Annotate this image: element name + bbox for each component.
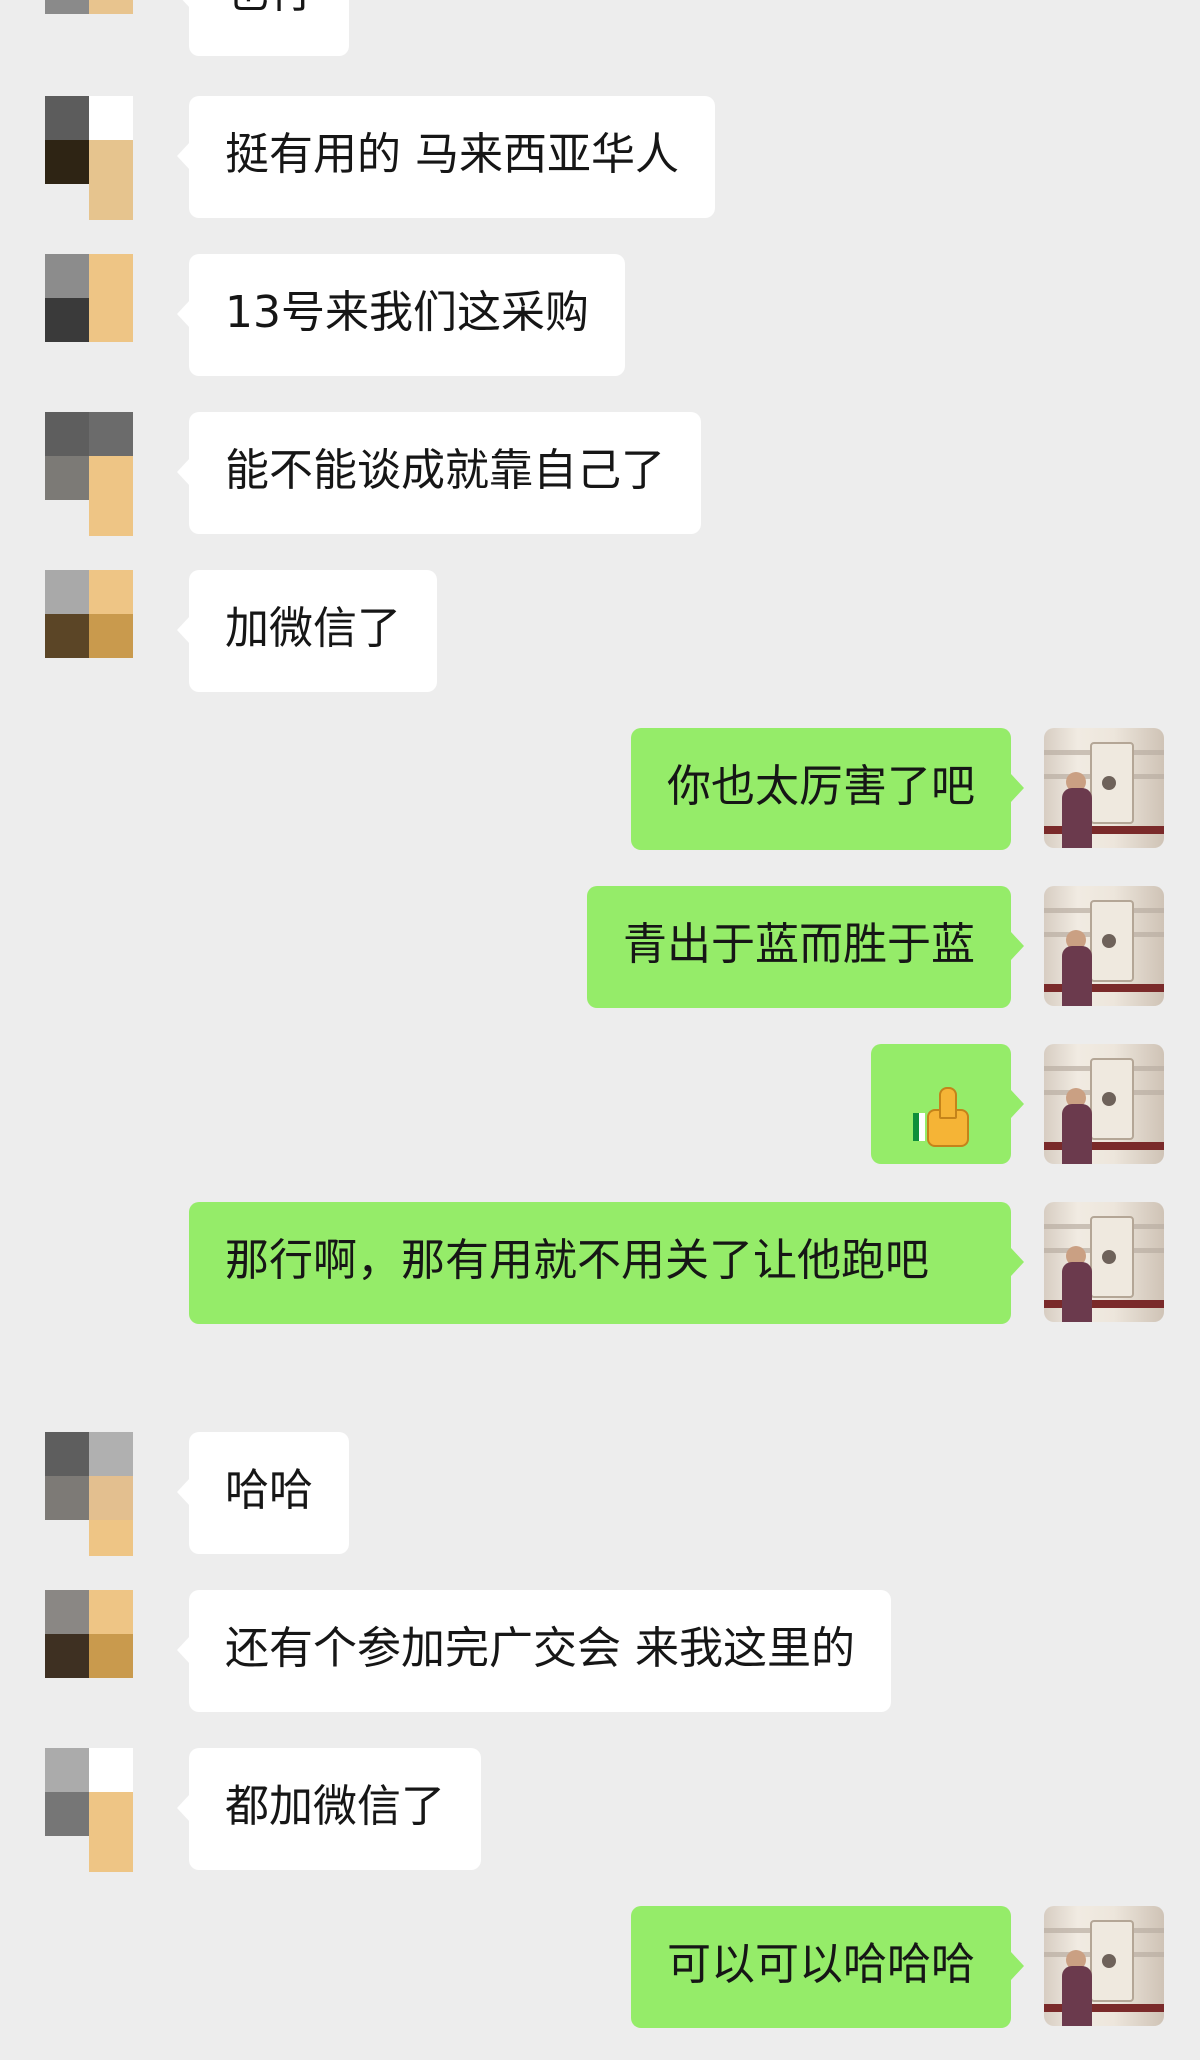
message-bubble[interactable]: 挺有用的 马来西亚华人 [189, 96, 715, 218]
message-row-incoming: 加微信了 [0, 570, 1200, 694]
message-row-outgoing: 那行啊，那有用就不用关了让他跑吧 [0, 1202, 1200, 1398]
contact-avatar[interactable] [45, 254, 133, 342]
message-bubble[interactable]: 都加微信了 [189, 1748, 481, 1870]
contact-avatar[interactable] [45, 96, 133, 220]
message-row-incoming: 也行 [0, 0, 1200, 60]
my-avatar[interactable] [1044, 1906, 1164, 2026]
contact-avatar[interactable] [45, 1590, 133, 1678]
bubble-tail [1011, 1090, 1024, 1118]
message-row-outgoing: 青出于蓝而胜于蓝 [0, 886, 1200, 1010]
contact-avatar[interactable] [45, 1432, 133, 1556]
my-avatar[interactable] [1044, 886, 1164, 1006]
message-bubble[interactable]: 也行 [189, 0, 349, 56]
message-bubble[interactable]: 青出于蓝而胜于蓝 [587, 886, 1011, 1008]
message-bubble[interactable]: 还有个参加完广交会 来我这里的 [189, 1590, 891, 1712]
thumbs-up-icon [911, 1085, 971, 1147]
message-row-incoming: 都加微信了 [0, 1748, 1200, 1872]
my-avatar[interactable] [1044, 728, 1164, 848]
message-row-incoming: 还有个参加完广交会 来我这里的 [0, 1590, 1200, 1714]
message-row-outgoing [0, 1044, 1200, 1168]
message-bubble[interactable]: 加微信了 [189, 570, 437, 692]
bubble-tail [1011, 1248, 1024, 1276]
message-row-incoming: 13号来我们这采购 [0, 254, 1200, 378]
my-avatar[interactable] [1044, 1202, 1164, 1322]
my-avatar[interactable] [1044, 1044, 1164, 1164]
message-bubble[interactable]: 哈哈 [189, 1432, 349, 1554]
bubble-tail [1011, 1952, 1024, 1980]
contact-avatar[interactable] [45, 0, 133, 14]
contact-avatar[interactable] [45, 1748, 133, 1872]
message-row-outgoing: 你也太厉害了吧 [0, 728, 1200, 852]
contact-avatar[interactable] [45, 570, 133, 658]
message-bubble[interactable]: 你也太厉害了吧 [631, 728, 1011, 850]
message-row-incoming: 哈哈 [0, 1432, 1200, 1556]
contact-avatar[interactable] [45, 412, 133, 536]
message-bubble[interactable] [871, 1044, 1011, 1164]
message-row-outgoing: 可以可以哈哈哈 [0, 1906, 1200, 2030]
message-bubble[interactable]: 能不能谈成就靠自己了 [189, 412, 701, 534]
bubble-tail [1011, 932, 1024, 960]
message-row-incoming: 挺有用的 马来西亚华人 [0, 96, 1200, 220]
bubble-tail [1011, 774, 1024, 802]
message-bubble[interactable]: 13号来我们这采购 [189, 254, 625, 376]
message-row-incoming: 能不能谈成就靠自己了 [0, 412, 1200, 536]
chat-message-list[interactable]: 也行 挺有用的 马来西亚华人 13号来我们这采购 能不能谈成就靠自己了 [0, 0, 1200, 2060]
message-bubble[interactable]: 可以可以哈哈哈 [631, 1906, 1011, 2028]
message-bubble[interactable]: 那行啊，那有用就不用关了让他跑吧 [189, 1202, 1011, 1324]
